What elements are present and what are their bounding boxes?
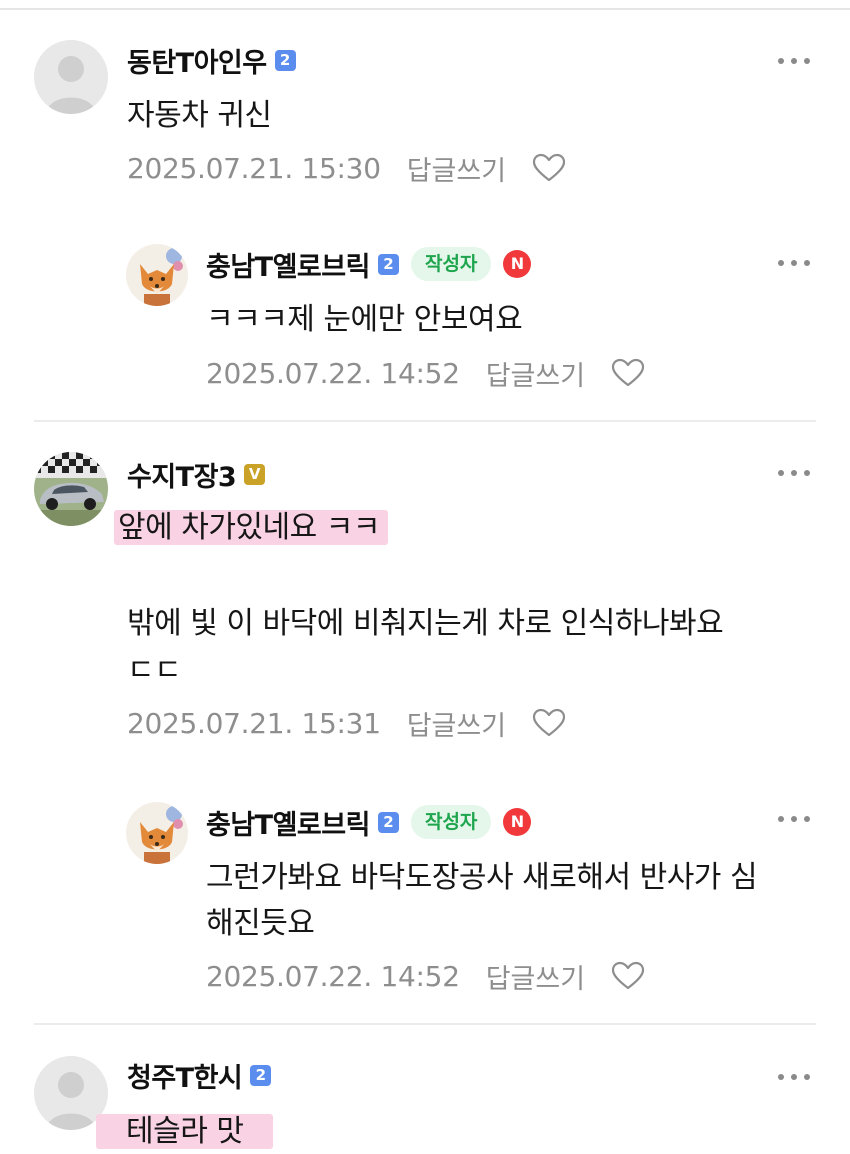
grade-badge: 2 [377, 253, 399, 275]
comment-divider [34, 1023, 816, 1025]
comment-divider [34, 420, 816, 422]
comment-text-line: 테슬라 맛 [96, 1106, 274, 1154]
grade-badge: 2 [377, 811, 399, 833]
reply-button[interactable]: 답글쓰기 [407, 704, 506, 743]
comment-header: 충남T옐로브릭 2 작성자 N [206, 803, 532, 842]
reply-button[interactable]: 답글쓰기 [486, 354, 585, 393]
more-options-icon[interactable] [778, 53, 810, 69]
default-avatar-icon [34, 40, 108, 114]
comment-header: 청주T한시 2 [127, 1056, 272, 1095]
comment-text-line: 그런가봐요 바닥도장공사 새로해서 반사가 심 [206, 860, 758, 895]
nickname[interactable]: 동탄T아인우 [127, 41, 267, 80]
comment-date: 2025.07.22. 14:52 [206, 356, 460, 390]
comment-text-line: 해진듯요 [206, 906, 315, 941]
nickname[interactable]: 충남T옐로브릭 [206, 803, 370, 842]
comment-date: 2025.07.21. 15:30 [127, 151, 381, 185]
comment-text-line: 밖에 빛 이 바닥에 비춰지는게 차로 인식하나봐요 [127, 606, 724, 641]
heart-icon[interactable] [532, 708, 566, 738]
avatar[interactable] [126, 244, 188, 306]
highlighted-text: 앞에 차가있네요 ㅋㅋ [114, 510, 388, 545]
car-avatar-icon [34, 452, 108, 526]
heart-icon[interactable] [532, 153, 566, 183]
author-badge: 작성자 [410, 805, 492, 839]
top-divider [0, 8, 850, 10]
comment-meta: 2025.07.21. 15:31 답글쓰기 [127, 703, 566, 743]
more-options-icon[interactable] [778, 811, 810, 827]
grade-badge: 2 [250, 1064, 272, 1086]
more-options-icon[interactable] [778, 465, 810, 481]
comment-header: 수지T장3 V [127, 455, 266, 494]
fox-avatar-icon [126, 802, 188, 864]
reply-button[interactable]: 답글쓰기 [407, 149, 506, 188]
comment-meta: 2025.07.22. 14:52 답글쓰기 [206, 353, 645, 393]
avatar[interactable] [126, 802, 188, 864]
comment-meta: 2025.07.22. 14:52 답글쓰기 [206, 956, 645, 996]
comment-date: 2025.07.21. 15:31 [127, 706, 381, 740]
avatar[interactable] [34, 40, 108, 114]
comment-text-line: ㄷㄷ [127, 653, 182, 688]
comment-text: ㅋㅋㅋ제 눈에만 안보여요 [206, 302, 523, 337]
new-badge: N [503, 808, 532, 836]
fox-avatar-icon [126, 244, 188, 306]
highlighted-text: 테슬라 맛 [96, 1114, 274, 1149]
grade-badge: V [244, 463, 266, 485]
heart-icon[interactable] [611, 358, 645, 388]
nickname[interactable]: 청주T한시 [127, 1056, 243, 1095]
comment-date: 2025.07.22. 14:52 [206, 959, 460, 993]
heart-icon[interactable] [611, 961, 645, 991]
grade-badge: 2 [274, 49, 296, 71]
avatar[interactable] [34, 452, 108, 526]
comment-text: 자동차 귀신 [127, 98, 272, 133]
comment-meta: 2025.07.21. 15:30 답글쓰기 [127, 148, 566, 188]
comment-header: 동탄T아인우 2 [127, 41, 296, 80]
comment-text-line: 앞에 차가있네요 ㅋㅋ [114, 502, 388, 554]
reply-button[interactable]: 답글쓰기 [486, 957, 585, 996]
new-badge: N [503, 250, 532, 278]
more-options-icon[interactable] [778, 1069, 810, 1085]
nickname[interactable]: 수지T장3 [127, 455, 237, 494]
comment-header: 충남T옐로브릭 2 작성자 N [206, 245, 532, 284]
more-options-icon[interactable] [778, 255, 810, 271]
author-badge: 작성자 [410, 247, 492, 281]
nickname[interactable]: 충남T옐로브릭 [206, 245, 370, 284]
